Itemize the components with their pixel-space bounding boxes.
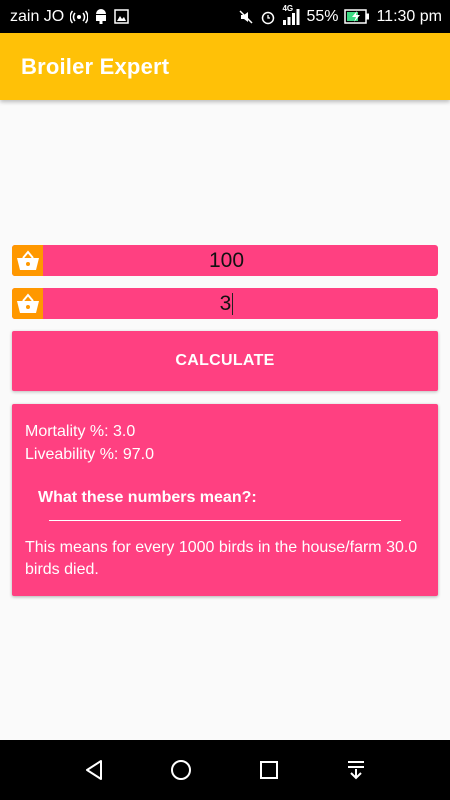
battery-percent: 55% [306,7,339,25]
hotspot-icon [70,10,89,24]
explanation-heading: What these numbers mean?: [38,489,257,506]
notification-pull-icon[interactable] [336,750,376,790]
back-icon[interactable] [74,750,114,790]
app-title: Broiler Expert [21,53,170,79]
basket-icon [12,245,43,276]
clock: 11:30 pm [376,7,442,25]
app-bar: Broiler Expert [0,33,450,100]
calculate-button[interactable]: CALCULATE [12,331,438,391]
divider [49,520,401,521]
text-cursor [232,292,234,315]
recents-icon[interactable] [249,750,289,790]
image-icon [114,9,129,24]
birds-count-input[interactable] [43,245,438,276]
network-type-label: 4G [282,3,294,13]
home-icon[interactable] [161,750,201,790]
android-icon [94,9,108,24]
explanation-text: This means for every 1000 birds in the h… [25,539,418,578]
mortality-text: Mortality %: 3.0 [25,423,136,440]
mute-icon [238,9,254,25]
birds-input-row [12,245,438,276]
signal-icon: 4G [282,4,300,25]
status-bar: zain JO 4G 55% 11:30 pm [0,0,450,33]
dead-count-value: 3 [219,291,232,315]
basket-icon [12,288,43,319]
dead-count-input[interactable]: 3 [43,288,438,319]
alarm-icon [260,9,276,25]
battery-charging-icon [344,9,370,24]
liveability-text: Liveability %: 97.0 [25,446,154,463]
dead-input-row: 3 [12,288,438,319]
carrier-label: zain JO [10,7,65,25]
navigation-bar [0,740,450,800]
result-card: Mortality %: 3.0 Liveability %: 97.0 Wha… [12,404,438,596]
